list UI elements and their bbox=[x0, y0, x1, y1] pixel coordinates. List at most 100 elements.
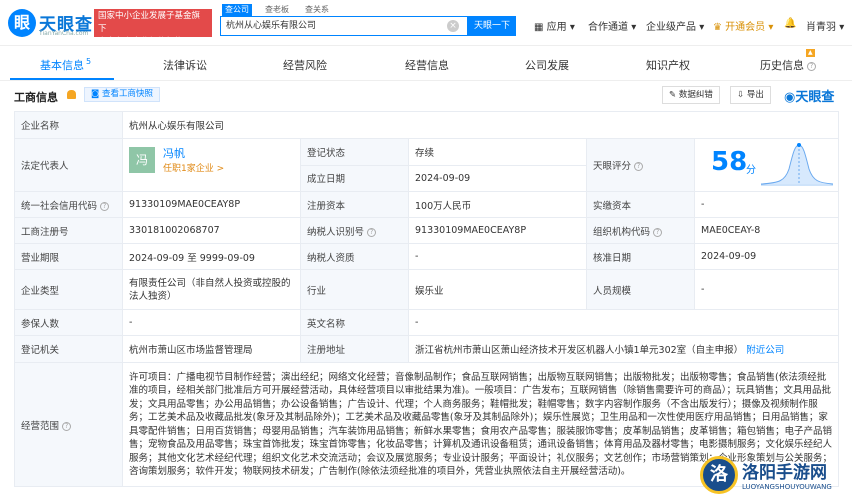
address-cell: 浙江省杭州市萧山区萧山经济技术开发区机器人小镇1单元302室（自主申报） 附近公… bbox=[407, 335, 840, 363]
correct-data-button[interactable]: ✎ 数据纠错 bbox=[662, 86, 720, 104]
snapshot-button[interactable]: ◙ 查看工商快照 bbox=[84, 87, 160, 102]
search-input[interactable]: 杭州从心娱乐有限公司 × bbox=[220, 16, 468, 36]
nav-apps-label: 应用 bbox=[546, 22, 567, 33]
help-icon: ? bbox=[367, 227, 377, 237]
site-title: 洛阳手游网 bbox=[742, 463, 827, 483]
avatar: 冯 bbox=[129, 147, 155, 173]
company-name-label: 企业名称 bbox=[14, 111, 123, 139]
reg-status-label: 登记状态 bbox=[300, 138, 409, 166]
legal-rep-cell: 冯 冯帆 任职1家企业 > bbox=[122, 138, 301, 192]
legal-rep-jobs[interactable]: 任职1家企业 > bbox=[163, 161, 224, 174]
reg-capital: 100万人民币 bbox=[408, 191, 587, 218]
watermark-eye-icon: ◉ bbox=[784, 90, 796, 105]
tab-history-label: 历史信息 bbox=[760, 59, 804, 72]
search-type-tabs: 查公司 查老板 查关系 bbox=[222, 4, 342, 16]
staff: - bbox=[693, 269, 840, 310]
nav-vip[interactable]: ♛ 开通会员 ▾ bbox=[713, 18, 773, 33]
tab-basic-info[interactable]: 基本信息 5 bbox=[40, 57, 91, 73]
company-name: 杭州从心娱乐有限公司 bbox=[121, 111, 840, 139]
chevron-down-icon: ▾ bbox=[699, 22, 705, 33]
reg-no-label: 工商注册号 bbox=[14, 217, 123, 244]
reg-no: 330181002068707 bbox=[122, 217, 301, 244]
staff-label: 人员规模 bbox=[586, 269, 695, 310]
user-name: 肖青羽 bbox=[806, 22, 836, 33]
watermark-text: 天眼查 bbox=[795, 90, 835, 105]
score-label-text: 天眼评分 bbox=[593, 161, 632, 172]
reg-capital-label: 注册资本 bbox=[300, 191, 409, 218]
scope-label-text: 经营范围 bbox=[21, 420, 60, 432]
chevron-down-icon: ▾ bbox=[631, 22, 637, 33]
camera-icon: ◙ bbox=[91, 89, 102, 99]
logo-domain: TianYanCha.com bbox=[39, 30, 89, 37]
clear-icon[interactable]: × bbox=[447, 20, 459, 32]
business-info-table: 企业名称 杭州从心娱乐有限公司 法定代表人 冯 冯帆 任职1家企业 > 登记状态… bbox=[14, 111, 840, 487]
active-tab-indicator bbox=[10, 78, 114, 80]
search-tab-relation[interactable]: 查关系 bbox=[302, 4, 332, 16]
legal-rep-name[interactable]: 冯帆 bbox=[163, 145, 185, 161]
est-date: 2024-09-09 bbox=[408, 164, 587, 192]
tab-risk[interactable]: 经营风险 bbox=[283, 57, 327, 73]
chevron-down-icon: ▾ bbox=[768, 22, 774, 33]
nearby-companies-link[interactable]: 附近公司 bbox=[746, 345, 784, 356]
score-label: 天眼评分? bbox=[586, 138, 695, 192]
table-row: 统一社会信用代码? 91330109MAE0CEAY8P 注册资本 100万人民… bbox=[14, 191, 840, 218]
tianyan-score: 58 分 bbox=[701, 140, 834, 191]
notification-bell[interactable]: 🔔 bbox=[784, 18, 796, 29]
score-cell[interactable]: 58 分 bbox=[693, 138, 840, 192]
user-menu[interactable]: 肖青羽 ▾ bbox=[806, 18, 844, 33]
tianyancha-logo[interactable]: 眼 天眼查 TianYanCha.com bbox=[8, 9, 92, 37]
search-tab-company[interactable]: 查公司 bbox=[222, 4, 252, 16]
export-button[interactable]: ⇩ 导出 bbox=[730, 86, 771, 104]
table-row: 法定代表人 冯 冯帆 任职1家企业 > 登记状态 存续 天眼评分? 58 分 bbox=[14, 138, 840, 192]
official-badge: 国家中小企业发展子基金旗下 官方备案企业征信机构 bbox=[94, 9, 212, 47]
export-icon: ⇩ bbox=[737, 90, 747, 100]
tab-basic-count: 5 bbox=[86, 57, 92, 67]
search-tab-boss[interactable]: 查老板 bbox=[262, 4, 292, 16]
site-watermark: 洛 洛阳手游网 LUOYANGSHOUYOUWANG bbox=[698, 454, 848, 498]
paid-capital-label: 实缴资本 bbox=[586, 191, 695, 218]
industry: 娱乐业 bbox=[408, 269, 587, 310]
legal-rep-label: 法定代表人 bbox=[14, 138, 123, 192]
authority-label: 登记机关 bbox=[14, 335, 123, 363]
org-code-label: 组织机构代码? bbox=[586, 217, 695, 244]
tab-ip[interactable]: 知识产权 bbox=[646, 57, 690, 73]
taxpayer-label: 纳税人资质 bbox=[300, 243, 409, 270]
reg-status: 存续 bbox=[408, 138, 587, 166]
monitor-icon[interactable] bbox=[67, 90, 76, 99]
top-bar: 眼 天眼查 TianYanCha.com 国家中小企业发展子基金旗下 官方备案企… bbox=[0, 0, 852, 47]
org-code-label-text: 组织机构代码 bbox=[593, 226, 651, 238]
chevron-down-icon: ▾ bbox=[569, 22, 575, 33]
approve: 2024-09-09 bbox=[693, 243, 840, 270]
org-code: MAE0CEAY-8 bbox=[693, 217, 840, 244]
snapshot-label: 查看工商快照 bbox=[101, 89, 153, 99]
vip-crown-icon: ♛ bbox=[713, 22, 726, 33]
legal-rep: 冯 冯帆 任职1家企业 > bbox=[129, 140, 294, 191]
tax-id-label-text: 纳税人识别号 bbox=[307, 226, 365, 238]
scope-label: 经营范围? bbox=[14, 362, 123, 487]
section-header: 工商信息 ◙ 查看工商快照 ✎ 数据纠错 ⇩ 导出 ◉天眼查 bbox=[0, 82, 852, 108]
bell-icon: 🔔 bbox=[784, 18, 797, 29]
type-label: 企业类型 bbox=[14, 269, 123, 310]
nav-cooperation[interactable]: 合作通道 ▾ bbox=[588, 18, 636, 33]
tab-history[interactable]: 历史信息? bbox=[760, 57, 816, 73]
table-row: 参保人数 - 英文名称 - bbox=[14, 309, 840, 336]
section-title: 工商信息 bbox=[14, 91, 58, 104]
logo-icon: 眼 bbox=[8, 9, 36, 37]
tab-operation[interactable]: 经营信息 bbox=[405, 57, 449, 73]
nav-enterprise-label: 企业级产品 bbox=[646, 22, 696, 33]
search-button[interactable]: 天眼一下 bbox=[468, 16, 516, 36]
tab-legal[interactable]: 法律诉讼 bbox=[163, 57, 207, 73]
table-row: 企业名称 杭州从心娱乐有限公司 bbox=[14, 111, 840, 139]
table-row: 营业期限 2024-09-09 至 9999-09-09 纳税人资质 - 核准日… bbox=[14, 243, 840, 270]
nav-apps[interactable]: ▦ 应用 ▾ bbox=[534, 18, 575, 33]
credit-code-label: 统一社会信用代码? bbox=[14, 191, 123, 218]
en-name-label: 英文名称 bbox=[300, 309, 409, 336]
tianyancha-watermark: ◉天眼查 bbox=[784, 86, 834, 105]
nav-enterprise[interactable]: 企业级产品 ▾ bbox=[646, 18, 704, 33]
search-value: 杭州从心娱乐有限公司 bbox=[226, 21, 317, 31]
site-url: LUOYANGSHOUYOUWANG bbox=[742, 483, 832, 491]
est-date-label: 成立日期 bbox=[300, 164, 409, 192]
correct-data-label: 数据纠错 bbox=[678, 90, 713, 100]
tab-development[interactable]: 公司发展 bbox=[525, 57, 569, 73]
score-value: 58 bbox=[711, 147, 748, 177]
